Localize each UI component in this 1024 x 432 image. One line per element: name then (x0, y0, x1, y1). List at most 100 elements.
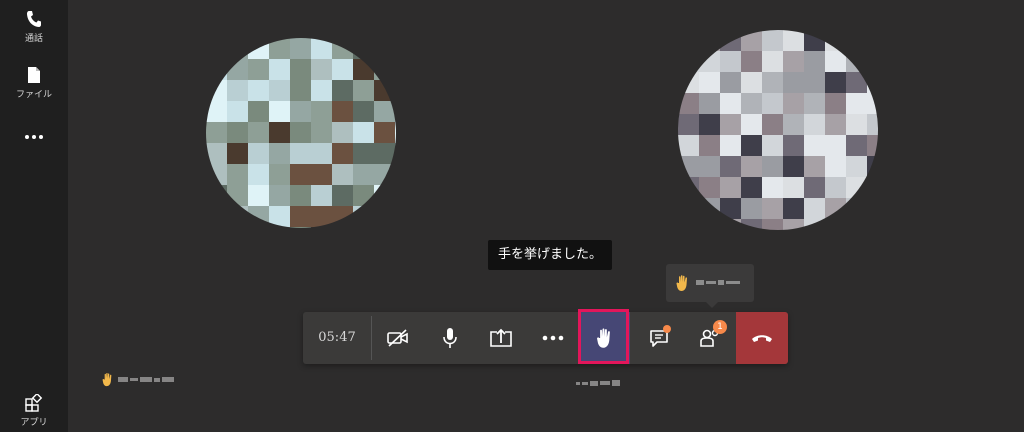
avatar-pixel (374, 101, 395, 122)
avatar-pixel (248, 101, 269, 122)
avatar-pixel (678, 219, 699, 230)
avatar-pixel (353, 59, 374, 80)
avatar-pixel (227, 80, 248, 101)
avatar-pixel (269, 101, 290, 122)
avatar-pixel (720, 156, 741, 177)
avatar-pixel (846, 72, 867, 93)
avatar-pixel (290, 80, 311, 101)
avatar-pixel (332, 80, 353, 101)
avatar-pixel (741, 30, 762, 51)
avatar-pixel (227, 227, 248, 228)
avatar-pixel (353, 227, 374, 228)
avatar-pixel (332, 59, 353, 80)
camera-toggle-button[interactable] (373, 312, 423, 364)
participant-avatar (678, 30, 878, 230)
rail-item-calls[interactable]: 通話 (0, 10, 68, 44)
avatar-pixel (846, 93, 867, 114)
avatar-pixel (699, 93, 720, 114)
microphone-icon (443, 328, 457, 348)
rail-item-apps[interactable]: アプリ (0, 394, 68, 428)
avatar-pixel (867, 219, 878, 230)
avatar-pixel (395, 143, 396, 164)
avatar-pixel (678, 135, 699, 156)
avatar-pixel (867, 114, 878, 135)
participants-button[interactable]: 1 (685, 312, 735, 364)
avatar-pixel (804, 30, 825, 51)
phone-icon (27, 11, 41, 27)
avatar-pixel (395, 164, 396, 185)
blurred-name (696, 280, 740, 285)
avatar-pixel (206, 38, 227, 59)
avatar-pixel (290, 122, 311, 143)
avatar-pixel (395, 122, 396, 143)
avatar-pixel (206, 143, 227, 164)
raised-hand-icon (102, 373, 112, 387)
avatar-pixel (846, 135, 867, 156)
avatar-pixel (741, 177, 762, 198)
avatar-pixel (762, 93, 783, 114)
avatar-pixel (699, 135, 720, 156)
chat-button[interactable] (634, 312, 684, 364)
avatar-pixel (867, 51, 878, 72)
avatar-pixel (825, 93, 846, 114)
avatar-pixel (290, 38, 311, 59)
avatar-pixel (762, 198, 783, 219)
hang-up-icon (752, 335, 772, 342)
avatar-pixel (846, 30, 867, 51)
avatar-pixel (269, 122, 290, 143)
apps-icon (25, 394, 43, 412)
avatar-pixel (248, 143, 269, 164)
avatar-pixel (332, 101, 353, 122)
avatar-pixel (846, 198, 867, 219)
avatar-pixel (741, 135, 762, 156)
avatar-pixel (269, 143, 290, 164)
more-actions-button[interactable] (528, 312, 578, 364)
avatar-pixel (206, 80, 227, 101)
mic-toggle-button[interactable] (425, 312, 475, 364)
avatar-pixel (867, 177, 878, 198)
avatar-pixel (741, 93, 762, 114)
blurred-name (118, 377, 174, 382)
avatar-pixel (699, 219, 720, 230)
avatar-pixel (248, 80, 269, 101)
avatar-pixel (720, 72, 741, 93)
avatar-pixel (269, 185, 290, 206)
avatar-pixel (395, 185, 396, 206)
avatar-pixel (762, 51, 783, 72)
rail-item-files[interactable]: ファイル (0, 66, 68, 100)
avatar-pixel (290, 227, 311, 228)
avatar-pixel (227, 185, 248, 206)
raised-hand-callout (666, 264, 754, 308)
avatar-pixel (269, 80, 290, 101)
avatar-pixel (353, 122, 374, 143)
avatar-pixel (741, 114, 762, 135)
avatar-pixel (290, 101, 311, 122)
avatar-pixel (804, 72, 825, 93)
avatar-pixel (762, 177, 783, 198)
avatar-pixel (311, 80, 332, 101)
file-icon (28, 67, 40, 83)
avatar-pixel (846, 114, 867, 135)
avatar-pixel (678, 156, 699, 177)
avatar-pixel (206, 59, 227, 80)
raise-hand-button[interactable] (580, 312, 630, 364)
avatar-pixel (374, 185, 395, 206)
avatar-pixel (395, 38, 396, 59)
avatar-pixel (720, 114, 741, 135)
avatar-pixel (825, 114, 846, 135)
avatar-pixel (741, 219, 762, 230)
participant-count-badge: 1 (713, 320, 727, 334)
rail-item-more[interactable] (0, 130, 68, 144)
avatar-pixel (825, 51, 846, 72)
share-screen-button[interactable] (476, 312, 526, 364)
avatar-pixel (804, 198, 825, 219)
avatar-pixel (804, 177, 825, 198)
avatar-pixel (332, 227, 353, 228)
avatar-pixel (783, 72, 804, 93)
avatar-pixel (332, 143, 353, 164)
avatar-pixel (720, 135, 741, 156)
end-call-button[interactable] (736, 312, 788, 364)
avatar-pixel (311, 164, 332, 185)
avatar-pixel (741, 72, 762, 93)
avatar-pixel (783, 93, 804, 114)
